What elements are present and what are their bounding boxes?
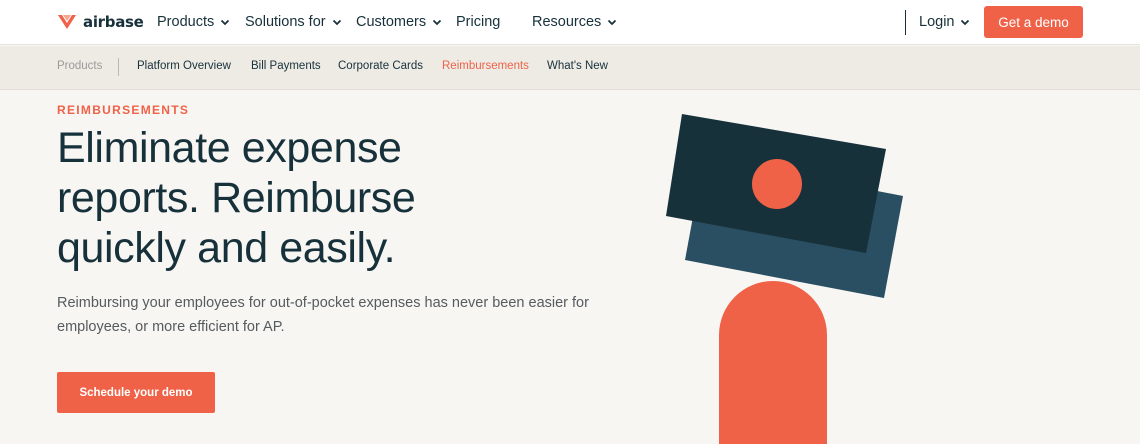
logo-wordmark: airbase: [83, 13, 144, 31]
nav-divider: [905, 10, 906, 35]
nav-resources-label: Resources: [532, 14, 602, 30]
hero-headline: Eliminate expense reports. Reimburse qui…: [57, 123, 617, 273]
nav-solutions-label: Solutions for: [245, 14, 326, 30]
login-menu[interactable]: Login: [919, 12, 971, 32]
nav-pricing[interactable]: Pricing: [456, 12, 500, 32]
subnav-divider: [118, 58, 119, 76]
subnav-item-whats-new[interactable]: What's New: [547, 60, 608, 72]
chevron-down-icon: [332, 19, 341, 26]
airbase-logo-icon: [58, 15, 76, 29]
get-demo-button[interactable]: Get a demo: [984, 6, 1083, 38]
subnav-item-corporate-cards[interactable]: Corporate Cards: [338, 60, 423, 72]
airbase-logo[interactable]: airbase: [57, 11, 144, 33]
headline-line: reports. Reimburse: [57, 174, 416, 222]
pillar-shape: [719, 281, 827, 444]
subnav-section-label: Products: [57, 60, 103, 72]
nav-products-label: Products: [157, 14, 215, 30]
nav-products[interactable]: Products: [157, 12, 231, 32]
chevron-down-icon: [221, 19, 230, 26]
chevron-down-icon: [961, 19, 970, 26]
subnav-item-platform-overview[interactable]: Platform Overview: [137, 60, 231, 72]
hero-eyebrow: REIMBURSEMENTS: [57, 103, 190, 117]
hero-illustration: [666, 114, 903, 444]
chevron-down-icon: [432, 19, 442, 26]
nav-resources[interactable]: Resources: [532, 12, 618, 32]
nav-solutions[interactable]: Solutions for: [245, 12, 343, 32]
schedule-demo-button[interactable]: Schedule your demo: [57, 372, 215, 413]
top-navigation: airbase Products Solutions for Customers…: [0, 0, 1140, 45]
headline-line: Eliminate expense: [57, 124, 402, 172]
subnav-item-bill-payments[interactable]: Bill Payments: [251, 60, 321, 72]
chevron-down-icon: [608, 19, 617, 26]
subnav-item-reimbursements[interactable]: Reimbursements: [442, 60, 529, 72]
bill-circle-shape: [752, 159, 802, 209]
nav-customers[interactable]: Customers: [356, 12, 443, 32]
nav-pricing-label: Pricing: [456, 14, 501, 30]
login-label: Login: [919, 14, 955, 30]
product-subnav: Products Platform Overview Bill Payments…: [0, 46, 1140, 90]
hero-subtext: Reimbursing your employees for out-of-po…: [57, 295, 589, 335]
nav-customers-label: Customers: [356, 14, 427, 30]
headline-line: quickly and easily.: [57, 224, 396, 272]
